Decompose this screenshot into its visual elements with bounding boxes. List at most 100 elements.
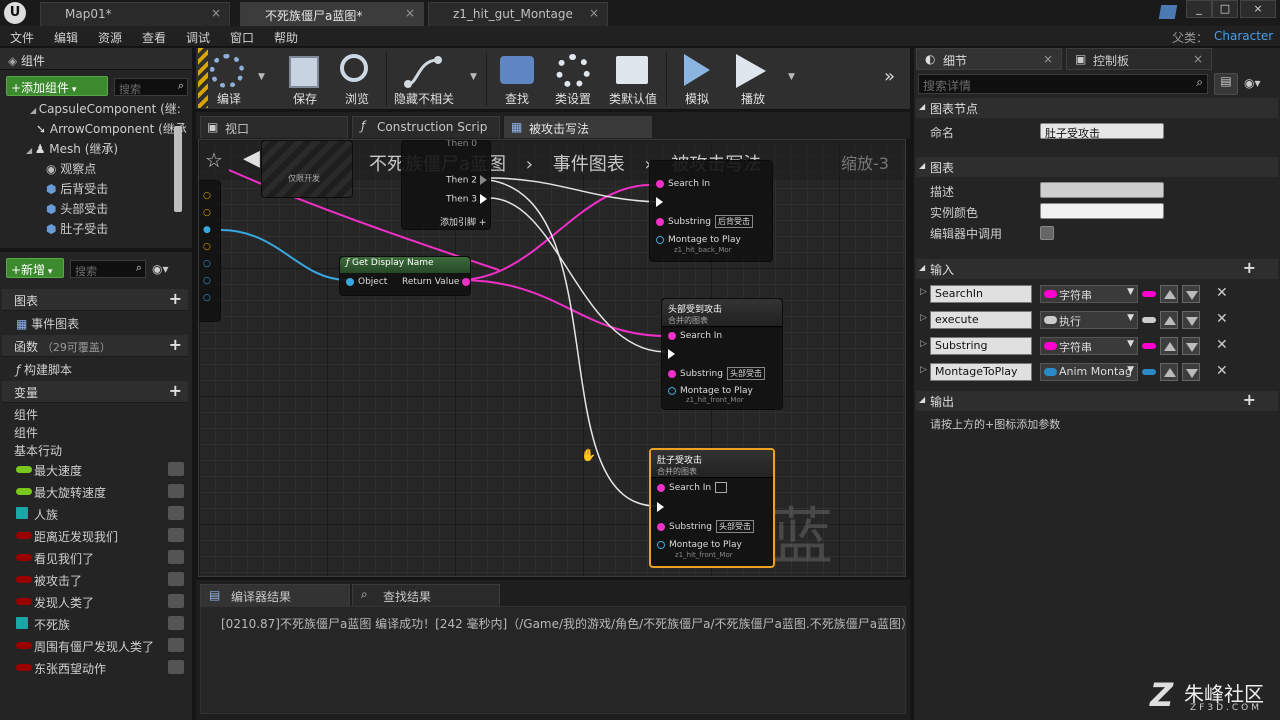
menu-asset[interactable]: 资源 — [98, 29, 122, 46]
section-graph[interactable]: ◢ 图表 — [916, 157, 1278, 177]
menu-view[interactable]: 查看 — [142, 29, 166, 46]
new-button[interactable]: +新增 ▾ — [6, 258, 64, 278]
section-graphs[interactable]: 图表 + — [2, 289, 188, 311]
section-variables[interactable]: 变量 + — [2, 381, 188, 403]
pin-montage[interactable]: Montage to Play — [657, 540, 742, 550]
visibility-toggle-icon[interactable] — [168, 638, 184, 652]
tree-item-back-hit[interactable]: ⬢ 后背受击 — [46, 180, 108, 200]
pin-exec-in[interactable] — [657, 502, 668, 513]
move-up-button[interactable] — [1160, 363, 1178, 381]
tree-item-arrow[interactable]: ➘ ArrowComponent (继承 — [36, 120, 187, 140]
visibility-toggle-icon[interactable] — [168, 528, 184, 542]
tab-find-results[interactable]: ⌕ 查找结果 — [352, 584, 500, 606]
belly-hit-node[interactable]: 肚子受攻击 合并的图表 Search In Substring 头部受击 Monta… — [649, 448, 775, 568]
pin-then-2[interactable]: Then 2 — [446, 175, 491, 186]
play-dropdown-icon[interactable]: ▼ — [788, 72, 795, 82]
pin-substring[interactable]: Substring 头部受击 — [657, 520, 754, 533]
eye-visibility-icon[interactable]: ◉▾ — [1244, 76, 1261, 90]
maximize-button[interactable]: □ — [1212, 0, 1238, 18]
variable-item[interactable]: 不死族 — [2, 613, 188, 635]
move-up-button[interactable] — [1160, 311, 1178, 329]
tab-hit-graph[interactable]: ▦ 被攻击写法 — [504, 116, 652, 138]
var-group-basic-action[interactable]: 基本行动 — [2, 439, 188, 458]
sequence-node[interactable]: Then 0 Then 2 Then 3 添加引脚 + — [401, 140, 491, 230]
param-type-select[interactable]: 执行 ▼ — [1040, 311, 1138, 329]
add-function-icon[interactable]: + — [169, 335, 182, 354]
menu-window[interactable]: 窗口 — [230, 29, 254, 46]
menu-edit[interactable]: 编辑 — [54, 29, 78, 46]
close-tab-icon[interactable]: × — [211, 6, 221, 20]
pin-search-in[interactable]: Search In — [656, 179, 710, 189]
section-graph-node[interactable]: ◢ 图表节点 — [916, 98, 1278, 118]
visibility-toggle-icon[interactable] — [168, 506, 184, 520]
variable-item[interactable]: 被攻击了 — [2, 569, 188, 591]
var-group-components[interactable]: 组件 — [2, 403, 188, 422]
param-name-input[interactable]: SearchIn — [930, 285, 1032, 303]
visibility-toggle-icon[interactable] — [168, 572, 184, 586]
compile-dropdown-icon[interactable]: ▼ — [258, 72, 265, 82]
parent-class-link[interactable]: Character — [1214, 29, 1273, 43]
pin-then-3[interactable]: Then 3 — [446, 194, 491, 205]
param-type-select[interactable]: 字符串 ▼ — [1040, 285, 1138, 303]
close-window-button[interactable]: × — [1240, 0, 1276, 18]
pin-substring[interactable]: Substring 后背受击 — [656, 215, 753, 228]
add-pin-button[interactable]: 添加引脚 + — [440, 215, 486, 228]
details-search-input[interactable]: 搜索详情 ⌕ — [918, 74, 1208, 94]
montage-value[interactable]: z1_hit_front_Mor — [686, 396, 744, 404]
instance-color-swatch[interactable] — [1040, 203, 1164, 219]
menu-debug[interactable]: 调试 — [186, 29, 210, 46]
hide-unrelated-button[interactable]: 隐藏不相关 — [392, 50, 456, 108]
delete-param-icon[interactable]: ✕ — [1216, 337, 1228, 353]
pin-then-0[interactable]: Then 0 — [446, 140, 477, 149]
var-group-components-2[interactable]: 组件 — [2, 421, 188, 440]
param-type-select[interactable]: Anim Montag ▼ — [1040, 363, 1138, 381]
property-matrix-button[interactable]: ▤ — [1214, 73, 1238, 95]
variable-item[interactable]: 东张西望动作 — [2, 657, 188, 679]
simulate-button[interactable]: 模拟 — [668, 50, 726, 108]
variable-item[interactable]: 周围有僵尸发现人类了 — [2, 635, 188, 657]
palette-tab[interactable]: ▣ 控制板 × — [1066, 48, 1212, 70]
minimize-button[interactable]: _ — [1186, 0, 1212, 18]
name-input[interactable]: 肚子受攻击 — [1040, 123, 1164, 140]
save-button[interactable]: 保存 — [276, 50, 334, 108]
doc-tab-montage[interactable]: z1_hit_gut_Montage × — [428, 2, 608, 26]
visibility-toggle-icon[interactable] — [168, 660, 184, 674]
section-functions[interactable]: 函数 （29可覆盖） + — [2, 335, 188, 357]
tree-item-belly-hit[interactable]: ⬢ 肚子受击 — [46, 220, 108, 240]
description-input[interactable] — [1040, 182, 1164, 198]
eye-visibility-icon[interactable]: ◉▾ — [152, 262, 169, 276]
visibility-toggle-icon[interactable] — [168, 484, 184, 498]
construction-script-item[interactable]: ƒ 构建脚本 — [2, 358, 188, 380]
visibility-toggle-icon[interactable] — [168, 616, 184, 630]
doc-tab-blueprint[interactable]: 不死族僵尸a蓝图* × — [240, 2, 424, 26]
move-down-button[interactable] — [1182, 363, 1200, 381]
pin-montage[interactable]: Montage to Play — [668, 386, 753, 396]
blueprint-search-input[interactable]: 搜索 ⌕ — [70, 260, 146, 278]
variable-item[interactable]: 最大旋转速度 — [2, 481, 188, 503]
move-up-button[interactable] — [1160, 285, 1178, 303]
doc-tab-map01[interactable]: Map01* × — [40, 2, 230, 26]
move-down-button[interactable] — [1182, 285, 1200, 303]
add-variable-icon[interactable]: + — [169, 381, 182, 400]
close-tab-icon[interactable]: × — [1043, 52, 1053, 66]
param-name-input[interactable]: MontageToPlay — [930, 363, 1032, 381]
tree-item-mesh[interactable]: ◢ ♟ Mesh (继承) — [26, 140, 118, 160]
search-in-textbox[interactable] — [715, 482, 728, 493]
pin-exec-in[interactable] — [668, 349, 679, 360]
visibility-toggle-icon[interactable] — [168, 550, 184, 564]
back-hit-node[interactable]: Search In Substring 后背受击 Montage to Play … — [649, 160, 773, 262]
add-input-icon[interactable]: + — [1243, 258, 1256, 277]
pin-exec-in[interactable] — [656, 197, 667, 208]
pin-search-in[interactable]: Search In — [668, 331, 722, 341]
event-graph-item[interactable]: ▦ 事件图表 — [2, 312, 188, 334]
section-outputs[interactable]: ◢ 输出 + — [916, 390, 1278, 411]
variable-item[interactable]: 发现人类了 — [2, 591, 188, 613]
add-output-icon[interactable]: + — [1243, 390, 1256, 409]
play-button[interactable]: 播放 — [724, 50, 782, 108]
browse-button[interactable]: 浏览 — [328, 50, 386, 108]
variable-item[interactable]: 最大速度 — [2, 459, 188, 481]
call-in-editor-checkbox[interactable] — [1040, 226, 1054, 240]
dev-only-node[interactable]: 仅限开发 — [261, 140, 353, 198]
hide-dropdown-icon[interactable]: ▼ — [470, 72, 477, 82]
expand-arrow-icon[interactable]: ▷ — [920, 339, 927, 349]
